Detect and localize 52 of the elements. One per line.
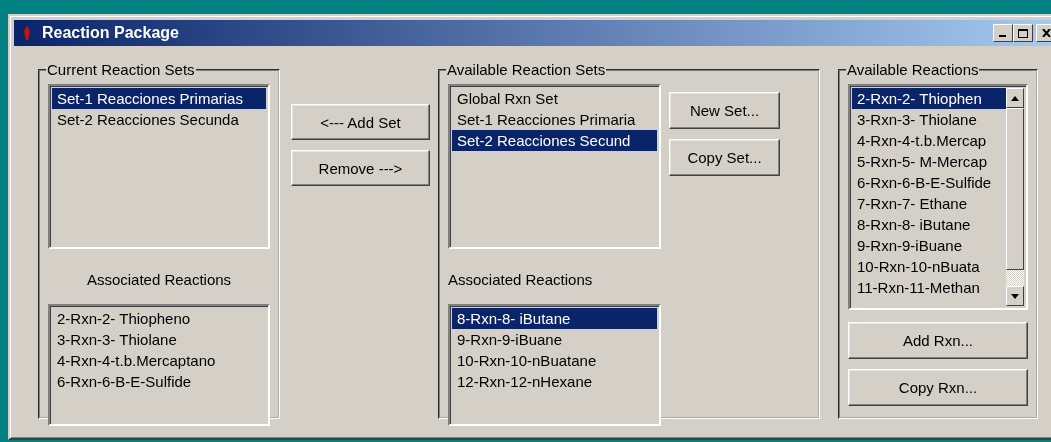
group-label: Available Reaction Sets — [446, 62, 607, 78]
list-item[interactable]: 3-Rxn-3- Thiolane — [52, 329, 266, 350]
up-arrow-icon — [1011, 95, 1019, 101]
list-item[interactable]: 2-Rxn-2- Thiopheno — [52, 308, 266, 329]
push-button[interactable]: Copy Rxn... — [848, 369, 1028, 406]
maximize-button[interactable] — [1013, 24, 1033, 42]
list-item[interactable]: 9-Rxn-9-iBuane — [452, 329, 657, 350]
minimize-button[interactable] — [993, 24, 1013, 42]
push-button[interactable]: New Set... — [669, 92, 780, 129]
window-title: Reaction Package — [42, 24, 180, 42]
list-item[interactable]: 5-Rxn-5- M-Mercap — [852, 151, 1006, 172]
list-box[interactable]: 2-Rxn-2- Thiopheno 3-Rxn-3- Thiolane 4-Rxn-4-t.b.Mercaptano 6-Rxn-6-B-E-Sulfide — [48, 304, 270, 426]
group-label: Current Reaction Sets — [46, 62, 196, 78]
list-item[interactable]: 3-Rxn-3- Thiolane — [852, 109, 1006, 130]
list-item[interactable]: 10-Rxn-10-nBuatane — [452, 350, 657, 371]
list-box[interactable]: Global Rxn Set Set-1 Reacciones Primaria Set-2 Reacciones Secund — [448, 84, 661, 249]
scrollbar-track[interactable] — [1006, 270, 1024, 286]
list-item[interactable]: 11-Rxn-11-Methan — [852, 277, 1006, 298]
list-item[interactable]: Set-1 Reacciones Primarias — [52, 88, 266, 109]
list-item[interactable]: 6-Rxn-6-B-E-Sulfide — [52, 371, 266, 392]
list-box[interactable]: 2-Rxn-2- Thiophen 3-Rxn-3- Thiolane 4-Rxn-4-t.b.Mercap 5-Rxn-5- M-Mercap 6-Rxn-6-B-E-Sulfide 7-Rxn-7- Ethane 8-Rxn-8- iButane 9-Rxn-9-iBuane 10-Rxn-10-nBuata 11-Rxn-11-Methan — [848, 84, 1028, 310]
list-item[interactable]: 8-Rxn-8- iButane — [852, 214, 1006, 235]
list-item[interactable]: Set-2 Reacciones Secund — [452, 130, 657, 151]
push-button[interactable]: Copy Set... — [669, 139, 780, 176]
scrollbar-thumb[interactable] — [1006, 108, 1024, 270]
list-item[interactable]: 12-Rxn-12-nHexane — [452, 371, 657, 392]
section-label: Associated Reactions — [448, 270, 594, 290]
list-item[interactable]: Set-2 Reacciones Secunda — [52, 109, 266, 130]
list-item[interactable]: Global Rxn Set — [452, 88, 657, 109]
scroll-up-button[interactable] — [1006, 88, 1024, 108]
push-button[interactable]: Add Rxn... — [848, 322, 1028, 359]
list-item[interactable]: 9-Rxn-9-iBuane — [852, 235, 1006, 256]
group-label: Available Reactions — [846, 62, 980, 78]
list-item[interactable]: 8-Rxn-8- iButane — [452, 308, 657, 329]
list-item[interactable]: Set-1 Reacciones Primaria — [452, 109, 657, 130]
list-item[interactable]: 2-Rxn-2- Thiophen — [852, 88, 1006, 109]
list-item[interactable]: 4-Rxn-4-t.b.Mercaptano — [52, 350, 266, 371]
scroll-down-button[interactable] — [1006, 286, 1024, 306]
down-arrow-icon — [1011, 293, 1019, 299]
list-item[interactable]: 10-Rxn-10-nBuata — [852, 256, 1006, 277]
app-icon — [24, 26, 30, 40]
close-button[interactable] — [1036, 24, 1051, 42]
push-button[interactable]: <--- Add Set — [291, 104, 430, 140]
list-item[interactable]: 4-Rxn-4-t.b.Mercap — [852, 130, 1006, 151]
close-icon — [1041, 29, 1051, 37]
list-box[interactable]: Set-1 Reacciones Primarias Set-2 Reacciones Secunda — [48, 84, 270, 249]
list-box[interactable]: 8-Rxn-8- iButane 9-Rxn-9-iBuane 10-Rxn-10-nBuatane 12-Rxn-12-nHexane — [448, 304, 661, 426]
push-button[interactable]: Remove ---> — [291, 150, 430, 186]
section-label: Associated Reactions — [85, 270, 233, 290]
list-item[interactable]: 6-Rxn-6-B-E-Sulfide — [852, 172, 1006, 193]
maximize-icon — [1018, 28, 1028, 38]
list-item[interactable]: 7-Rxn-7- Ethane — [852, 193, 1006, 214]
